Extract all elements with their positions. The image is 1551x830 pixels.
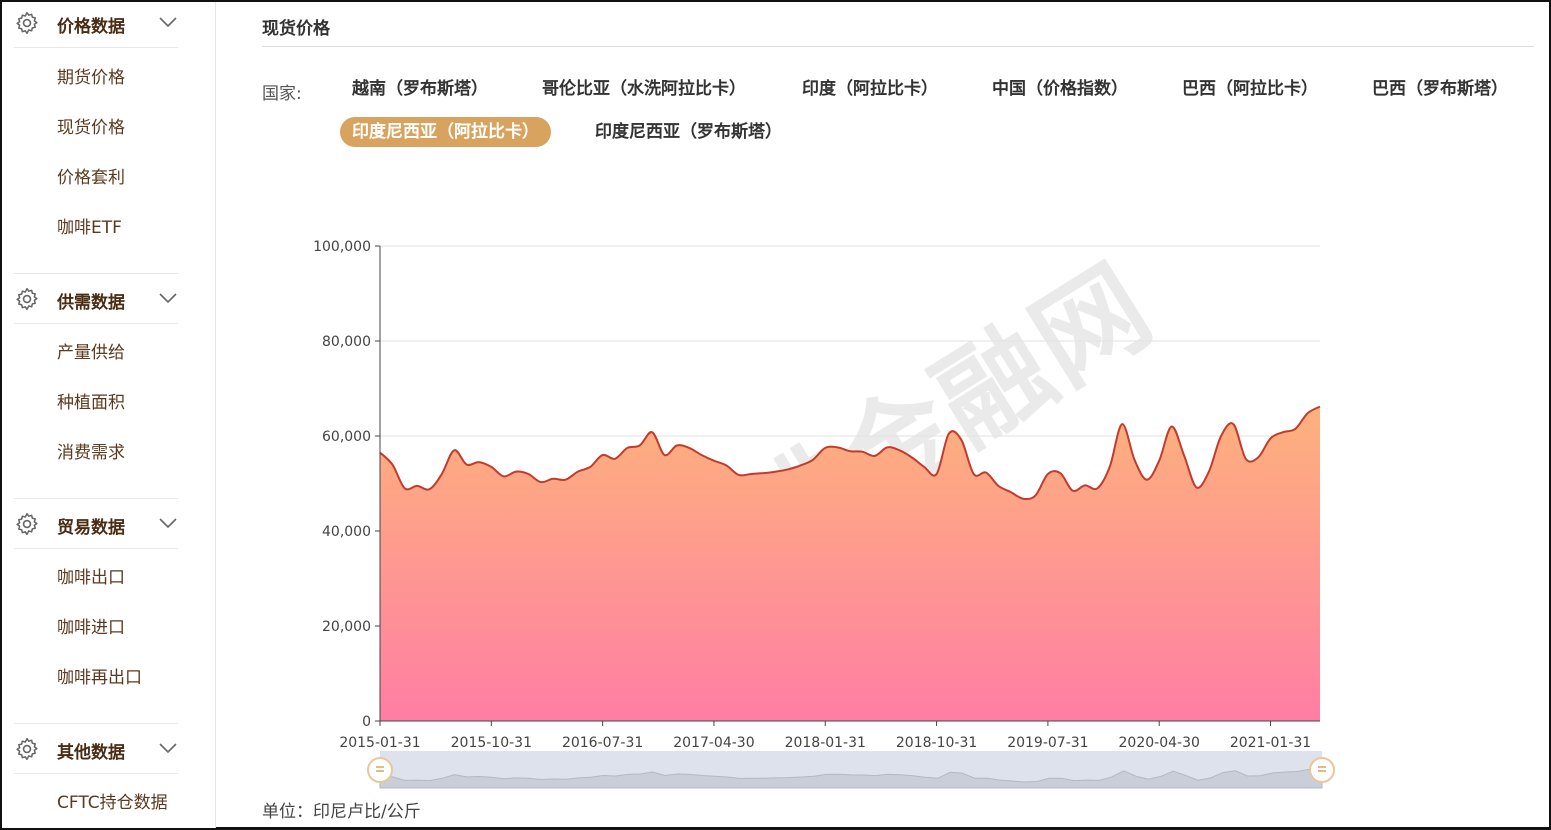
x-tick-label: 2015-10-31 [451, 735, 532, 751]
x-tick-label: 2017-04-30 [673, 735, 754, 751]
price-area-chart: 0 20,000 40,000 60,000 80,000 100,000 2015-01… [313, 239, 1335, 789]
y-tick-label: 100,000 [313, 239, 371, 255]
x-tick-label: 2018-01-31 [785, 735, 866, 751]
data-zoom-right-handle[interactable] [1309, 757, 1335, 783]
x-tick-label: 2018-10-31 [896, 735, 977, 751]
y-tick-label: 40,000 [322, 524, 371, 540]
x-tick-label: 2020-04-30 [1119, 735, 1200, 751]
data-zoom-slider [367, 751, 1335, 789]
x-tick-label: 2019-07-31 [1007, 735, 1088, 751]
y-tick-label: 20,000 [322, 619, 371, 635]
y-tick-labels: 0 20,000 40,000 60,000 80,000 100,000 [313, 239, 371, 730]
y-tick-label: 60,000 [322, 429, 371, 445]
y-tick-label: 0 [362, 714, 371, 730]
x-tick-label: 2015-01-31 [339, 735, 420, 751]
series-area [380, 406, 1320, 721]
x-tick-label: 2021-01-31 [1230, 735, 1311, 751]
y-tick-label: 80,000 [322, 334, 371, 350]
unit-label: 单位：印尼卢比/公斤 [262, 802, 421, 822]
x-tick-label: 2016-07-31 [562, 735, 643, 751]
x-tick-labels: 2015-01-31 2015-10-31 2016-07-31 2017-04-30… [339, 735, 1311, 751]
data-zoom-left-handle[interactable] [367, 757, 393, 783]
